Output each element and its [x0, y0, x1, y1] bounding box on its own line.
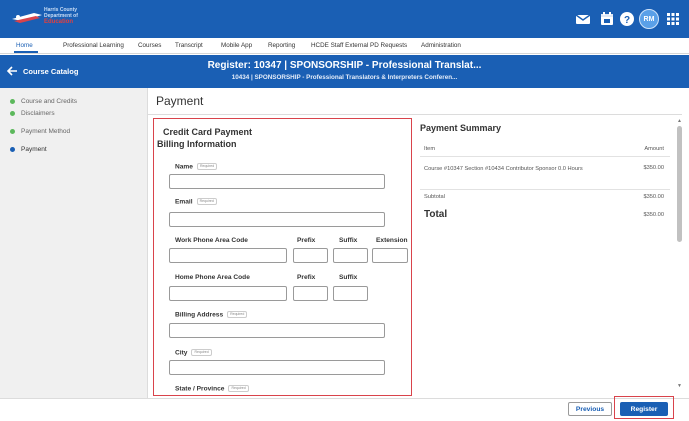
step-sidebar: Course and Credits Disclaimers Payment M…	[0, 88, 148, 398]
help-icon[interactable]: ?	[619, 11, 635, 27]
brand-logo[interactable]: Harris County Department of Education	[12, 4, 102, 32]
avatar[interactable]: RM	[639, 9, 659, 29]
nav-item-home[interactable]: Home	[16, 42, 33, 49]
billing-address-label: Billing Address Required	[175, 311, 248, 319]
step-complete-dot-icon	[10, 110, 15, 116]
page-title: Payment	[156, 94, 204, 108]
step-course-and-credits[interactable]: Course and Credits	[10, 96, 77, 106]
step-label: Course and Credits	[21, 97, 77, 105]
step-label: Disclaimers	[21, 109, 55, 117]
required-tag: Required	[191, 349, 212, 356]
svg-text:?: ?	[624, 15, 630, 26]
state-province-label-text: State / Province	[175, 385, 225, 393]
home-phone-suffix-label: Suffix	[339, 274, 358, 281]
main-nav: Home Professional Learning Courses Trans…	[0, 38, 689, 54]
calendar-icon[interactable]	[599, 11, 615, 27]
scroll-up-arrow-icon[interactable]: ▲	[677, 118, 682, 124]
summary-line-amount: $350.00	[643, 165, 664, 171]
top-bar: Harris County Department of Education ? …	[0, 0, 689, 38]
register-subtitle: 10434 | SPONSORSHIP - Professional Trans…	[231, 74, 458, 81]
active-nav-indicator	[14, 51, 38, 53]
step-label: Payment	[21, 145, 47, 153]
nav-item-reporting[interactable]: Reporting	[268, 42, 295, 49]
nav-item-hcde-staff-external-pd-requests[interactable]: HCDE Staff External PD Requests	[311, 42, 407, 49]
subtotal-amount: $350.00	[643, 194, 664, 200]
register-title: Register: 10347 | SPONSORSHIP - Professi…	[207, 60, 482, 71]
divider	[420, 189, 670, 190]
work-phone-suffix-label: Suffix	[339, 237, 358, 244]
city-field[interactable]	[169, 360, 385, 375]
name-field[interactable]	[169, 174, 385, 189]
total-amount: $350.00	[643, 212, 664, 218]
scrollbar-thumb[interactable]	[677, 126, 682, 242]
step-label: Payment Method	[21, 127, 71, 135]
city-label: City Required	[175, 349, 212, 356]
summary-line-item: Course #10347 Section #10434 Contributor…	[424, 166, 583, 172]
required-tag: Required	[228, 385, 249, 392]
step-current-dot-icon	[10, 146, 15, 152]
nav-item-administration[interactable]: Administration	[421, 42, 461, 49]
credit-card-form: Credit Card Payment Billing Information …	[156, 120, 410, 394]
home-phone-prefix-label: Prefix	[297, 274, 316, 281]
subtotal-label: Subtotal	[424, 194, 445, 200]
required-tag: Required	[196, 198, 217, 205]
register-button[interactable]: Register	[620, 402, 668, 416]
home-phone-area-code-field[interactable]	[169, 286, 287, 301]
city-label-text: City	[175, 349, 188, 357]
email-field[interactable]	[169, 212, 385, 227]
step-payment-method[interactable]: Payment Method	[10, 126, 70, 136]
step-complete-dot-icon	[10, 128, 15, 134]
divider	[420, 156, 670, 157]
nav-item-courses[interactable]: Courses	[138, 42, 161, 49]
summary-amount-header: Amount	[644, 146, 664, 152]
summary-item-header: Item	[424, 146, 436, 152]
name-label-text: Name	[175, 163, 193, 171]
step-disclaimers[interactable]: Disclaimers	[10, 108, 55, 118]
step-payment[interactable]: Payment	[10, 144, 47, 154]
course-header: Course Catalog Register: 10347 | SPONSOR…	[0, 55, 689, 88]
nav-item-mobile-app[interactable]: Mobile App	[221, 42, 252, 49]
mail-icon[interactable]	[575, 11, 591, 27]
brand-text: Harris County Department of Education	[44, 7, 78, 25]
work-phone-prefix-field[interactable]	[293, 248, 328, 263]
home-phone-prefix-field[interactable]	[293, 286, 328, 301]
total-label: Total	[424, 209, 448, 220]
divider	[148, 114, 682, 115]
previous-button[interactable]: Previous	[568, 402, 612, 416]
home-phone-area-code-label: Home Phone Area Code	[175, 274, 250, 281]
work-phone-suffix-field[interactable]	[333, 248, 368, 263]
email-label: Email Required	[175, 198, 217, 205]
work-phone-extension-field[interactable]	[372, 248, 408, 263]
email-label-text: Email	[175, 198, 193, 206]
payment-summary-heading: Payment Summary	[420, 123, 502, 133]
required-tag: Required	[196, 163, 218, 170]
name-label: Name Required	[175, 163, 218, 171]
billing-information-heading: Billing Information	[157, 139, 237, 149]
scroll-down-arrow-icon[interactable]: ▼	[677, 383, 682, 389]
apps-grid-icon[interactable]	[665, 11, 681, 27]
home-phone-suffix-field[interactable]	[333, 286, 368, 301]
credit-card-payment-heading: Credit Card Payment	[163, 127, 253, 137]
work-phone-prefix-label: Prefix	[297, 237, 316, 244]
step-complete-dot-icon	[10, 98, 15, 104]
nav-item-professional-learning[interactable]: Professional Learning	[63, 42, 124, 49]
billing-address-field[interactable]	[169, 323, 385, 338]
work-phone-area-code-label: Work Phone Area Code	[175, 237, 248, 244]
work-phone-area-code-field[interactable]	[169, 248, 287, 263]
required-tag: Required	[227, 311, 248, 318]
nav-item-transcript[interactable]: Transcript	[175, 42, 203, 49]
work-phone-extension-label: Extension	[376, 237, 408, 244]
state-province-label: State / Province Required	[175, 385, 249, 392]
flag-icon	[12, 13, 42, 23]
billing-address-label-text: Billing Address	[175, 311, 224, 319]
brand-line3: Education	[44, 19, 74, 25]
